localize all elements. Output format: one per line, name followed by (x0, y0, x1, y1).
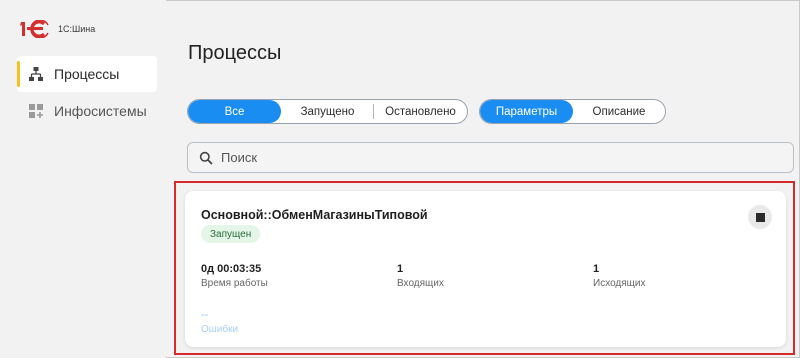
incoming-label: Входящих (397, 278, 444, 289)
stop-button[interactable] (748, 205, 772, 229)
sidebar-item-label: Инфосистемы (54, 103, 147, 119)
main-content: Процессы Все Запущено Остановлено Параме… (166, 0, 800, 358)
view-parameters-button[interactable]: Параметры (480, 100, 573, 123)
incoming-value: 1 (397, 263, 404, 275)
app-name: 1С:Шина (58, 24, 96, 34)
process-name: Основной::ОбменМагазиныТиповой (201, 208, 428, 222)
outgoing-label: Исходящих (593, 278, 646, 289)
errors-label: Ошибки (201, 324, 239, 335)
view-filter: Параметры Описание (479, 99, 666, 124)
1c-logo-icon (18, 19, 54, 39)
uptime-value: 0д 00:03:35 (201, 263, 262, 275)
sidebar-item-label: Процессы (54, 66, 120, 82)
status-badge: Запущен (201, 225, 261, 243)
filter-running-button[interactable]: Запущено (281, 100, 374, 123)
sidebar-item-processes[interactable]: Процессы (17, 56, 157, 92)
status-filter: Все Запущено Остановлено (187, 99, 468, 124)
filter-all-button[interactable]: Все (188, 100, 281, 123)
sidebar: 1С:Шина Процессы Инфосистемы (0, 0, 166, 358)
app-logo[interactable]: 1С:Шина (18, 19, 96, 39)
process-card[interactable]: Основной::ОбменМагазиныТиповой Запущен 0… (185, 191, 786, 347)
search-box (187, 142, 794, 173)
hierarchy-icon (28, 66, 44, 82)
search-icon (199, 151, 213, 165)
outgoing-value: 1 (593, 263, 600, 275)
filter-stopped-button[interactable]: Остановлено (374, 100, 467, 123)
page-title: Процессы (188, 42, 282, 64)
sidebar-item-infosystems[interactable]: Инфосистемы (17, 93, 157, 129)
uptime-label: Время работы (201, 278, 268, 289)
stop-icon (755, 212, 765, 222)
errors-value[interactable]: -- (201, 309, 208, 321)
search-input[interactable] (221, 150, 781, 165)
view-description-button[interactable]: Описание (573, 100, 665, 123)
grid-plus-icon (28, 103, 44, 119)
